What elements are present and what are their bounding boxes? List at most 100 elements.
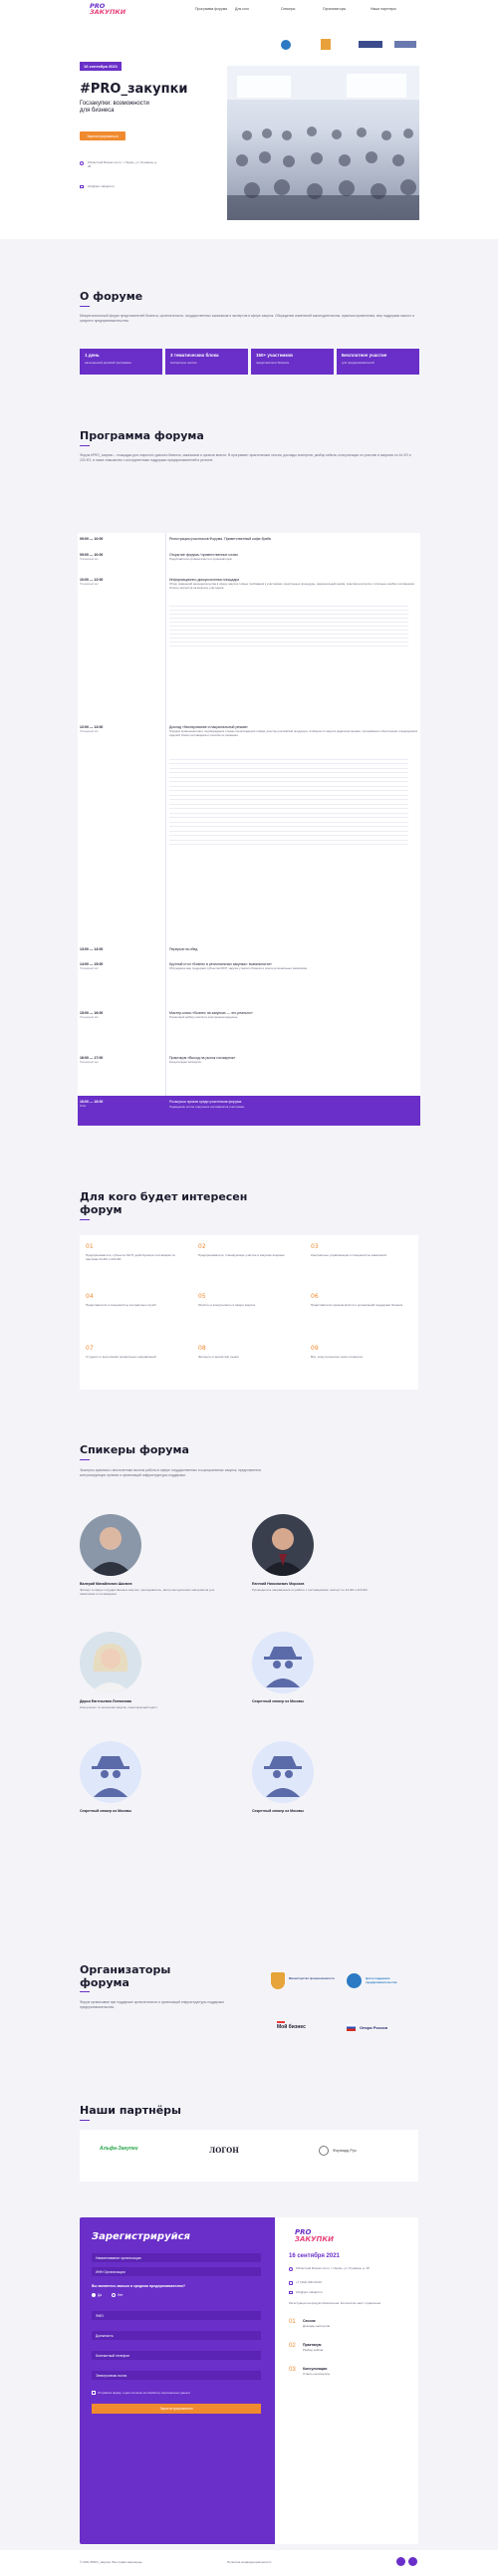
registration-phone-icon bbox=[289, 2281, 293, 2285]
email-field[interactable]: Электронная почта bbox=[92, 2371, 261, 2380]
step-title: Практикум bbox=[303, 2343, 322, 2347]
registration-step-1: 01 Сессия Доклады экспертов bbox=[289, 2319, 408, 2328]
registration-note: Регистрация на форум обязательна. Количе… bbox=[289, 2301, 382, 2305]
partner-logo-logon: ЛОГОН bbox=[209, 2146, 239, 2155]
vk-icon[interactable] bbox=[396, 2557, 405, 2566]
speaker-photo-4 bbox=[252, 1632, 314, 1693]
hero-title: #PRO_закупки bbox=[80, 82, 188, 97]
speaker-4-name: Секретный спикер из Москвы bbox=[252, 1699, 304, 1703]
partner-logo-3 bbox=[359, 41, 382, 48]
item-number: 09 bbox=[311, 1345, 319, 1352]
audience-title: Для кого будет интересен форум bbox=[80, 1190, 248, 1216]
partners-strip: Альфа-Закупки ЛОГОН Форвард Рус bbox=[80, 2130, 418, 2182]
item-number: 03 bbox=[311, 1243, 319, 1250]
registration-mail-icon bbox=[289, 2291, 293, 2294]
item-number: 05 bbox=[198, 1293, 206, 1300]
row-sub: Пленарный зал bbox=[80, 1060, 99, 1064]
partner-logo-4 bbox=[394, 41, 416, 48]
phone-field[interactable]: Контактный телефон bbox=[92, 2351, 261, 2360]
register-cta-button[interactable]: Зарегистрироваться bbox=[80, 131, 125, 140]
nav-partners[interactable]: Наши партнеры bbox=[371, 7, 396, 11]
consent-checkbox[interactable] bbox=[92, 2391, 96, 2395]
organizer-logo-2-label: Центр поддержки предпринимательства bbox=[366, 1976, 397, 1984]
schedule-bullets-2 bbox=[169, 755, 408, 849]
audience-item-5: 05 Юристы и консультанты в сфере закупок bbox=[198, 1293, 298, 1307]
speakers-intro: Эксперты-практики с многолетним опытом р… bbox=[80, 1468, 261, 1477]
speaker-photo-2 bbox=[252, 1514, 314, 1576]
organizers-text: Форум организован при поддержке органов … bbox=[80, 2000, 224, 2009]
sme-yes-radio[interactable] bbox=[92, 2293, 96, 2297]
position-field[interactable]: Должность bbox=[92, 2331, 261, 2340]
audience-title-underline bbox=[80, 1219, 90, 1220]
secret-agent-icon bbox=[264, 1756, 302, 1797]
inn-field[interactable]: ИНН Организации bbox=[92, 2267, 261, 2276]
stat-card-3: 150+ участников представители бизнеса bbox=[251, 349, 334, 375]
partner-logo-1 bbox=[281, 40, 291, 50]
stat-card-1: 1 день насыщенной деловой программы bbox=[80, 349, 162, 375]
site-header bbox=[0, 0, 498, 22]
step-title: Сессия bbox=[303, 2319, 316, 2323]
row-time: 15:00 — 16:00 bbox=[80, 1011, 104, 1015]
step-text: Ответы на вопросы bbox=[303, 2372, 331, 2376]
date-badge: 16 сентября 2021 bbox=[80, 62, 122, 71]
stat-label: насыщенной деловой программы bbox=[85, 361, 131, 365]
row-title: Розыгрыш призов среди участников форума bbox=[169, 1100, 242, 1104]
globe-icon bbox=[347, 1973, 362, 1988]
audience-grid: 01 Предприниматели, субъекты МСП, действу… bbox=[80, 1235, 418, 1390]
organizer-logo-3-accent bbox=[277, 2021, 285, 2023]
speaker-2-portrait bbox=[260, 1528, 306, 1576]
schedule-divider bbox=[165, 533, 166, 1111]
registration-address: Областной Бизнес-холл, г. Пермь, ул. Пуш… bbox=[296, 2266, 370, 2270]
nav-organizers[interactable]: Организаторы bbox=[323, 7, 346, 11]
audience-item-4: 04 Представители и специалисты контрактны… bbox=[86, 1293, 185, 1307]
speaker-2-name: Евгений Николаевич Морозов bbox=[252, 1582, 305, 1586]
audience-item-8: 08 Эксперты и аналитики рынка bbox=[198, 1345, 298, 1359]
site-logo[interactable]: PRO ЗАКУПКИ bbox=[90, 3, 126, 17]
stat-value: 3 тематических блока bbox=[170, 353, 219, 358]
audience-item-2: 02 Предприниматели, планирующие участие в… bbox=[198, 1243, 298, 1257]
telegram-icon[interactable] bbox=[408, 2557, 417, 2566]
speaker-1-role: Эксперт в сфере государственных закупок,… bbox=[80, 1588, 215, 1597]
hero-email-link[interactable]: info@pro-zakupki.ru bbox=[88, 184, 115, 188]
row-sub: Пленарный зал bbox=[80, 1015, 99, 1019]
organizers-title-underline bbox=[80, 1991, 90, 1992]
item-text: Предприниматели, субъекты МСП, действующ… bbox=[86, 1253, 176, 1262]
row-title: Перерыв на обед bbox=[169, 947, 198, 951]
registration-email[interactable]: info@pro-zakupki.ru bbox=[296, 2290, 323, 2294]
mail-icon bbox=[80, 185, 84, 188]
consent-text: Отправляя форму, я даю согласие на обраб… bbox=[98, 2391, 190, 2395]
row-sub: Пленарный зал bbox=[80, 557, 99, 561]
registration-logo: PRO ЗАКУПКИ bbox=[295, 2229, 334, 2242]
registration-date: 16 сентября 2021 bbox=[289, 2253, 340, 2259]
logo-bottom: ЗАКУПКИ bbox=[90, 8, 126, 17]
org-name-field[interactable]: Наименование организации bbox=[92, 2253, 261, 2262]
flag-icon bbox=[347, 2024, 356, 2031]
item-number: 06 bbox=[311, 1293, 319, 1300]
partner-logo-logon-label: ЛОГОН bbox=[209, 2146, 239, 2155]
row-time: 14:00 — 15:00 bbox=[80, 962, 104, 966]
fio-field[interactable]: ФИО bbox=[92, 2311, 261, 2320]
sme-no-radio[interactable] bbox=[112, 2293, 116, 2297]
step-number: 02 bbox=[289, 2343, 296, 2349]
schedule-bullets-1 bbox=[169, 603, 408, 649]
nav-program[interactable]: Программа форума bbox=[195, 7, 227, 11]
submit-button[interactable]: Зарегистрироваться bbox=[92, 2404, 261, 2414]
row-desc: Пошаговый разбор участия в электронном а… bbox=[169, 1015, 239, 1019]
program-title: Программа форума bbox=[80, 429, 204, 442]
row-desc: Представители органов власти и организат… bbox=[169, 557, 233, 561]
item-text: Студенты и выпускники профильных направл… bbox=[86, 1355, 156, 1359]
item-text: Представители органов власти и организац… bbox=[311, 1303, 403, 1307]
sme-question: Вы являетесь малым и средним предпринима… bbox=[92, 2284, 185, 2288]
nav-speakers[interactable]: Спикеры bbox=[281, 7, 295, 11]
partners-title: Наши партнёры bbox=[80, 2104, 182, 2117]
speaker-1-name: Валерий Михайлович Шалаев bbox=[80, 1582, 132, 1586]
row-sub: Пленарный зал bbox=[80, 729, 99, 733]
audience-item-7: 07 Студенты и выпускники профильных напра… bbox=[86, 1345, 185, 1359]
speaker-1-portrait bbox=[88, 1527, 133, 1576]
footer-privacy-link[interactable]: Политика конфиденциальности bbox=[227, 2560, 271, 2564]
organizer-logo-1: Министерство промышленности bbox=[271, 1972, 341, 1990]
secret-agent-icon bbox=[264, 1647, 302, 1687]
nav-audience[interactable]: Для кого bbox=[235, 7, 249, 11]
registration-phone: +7 (342) 000-00-00 bbox=[296, 2280, 322, 2284]
hero-partner-logos bbox=[281, 38, 420, 52]
